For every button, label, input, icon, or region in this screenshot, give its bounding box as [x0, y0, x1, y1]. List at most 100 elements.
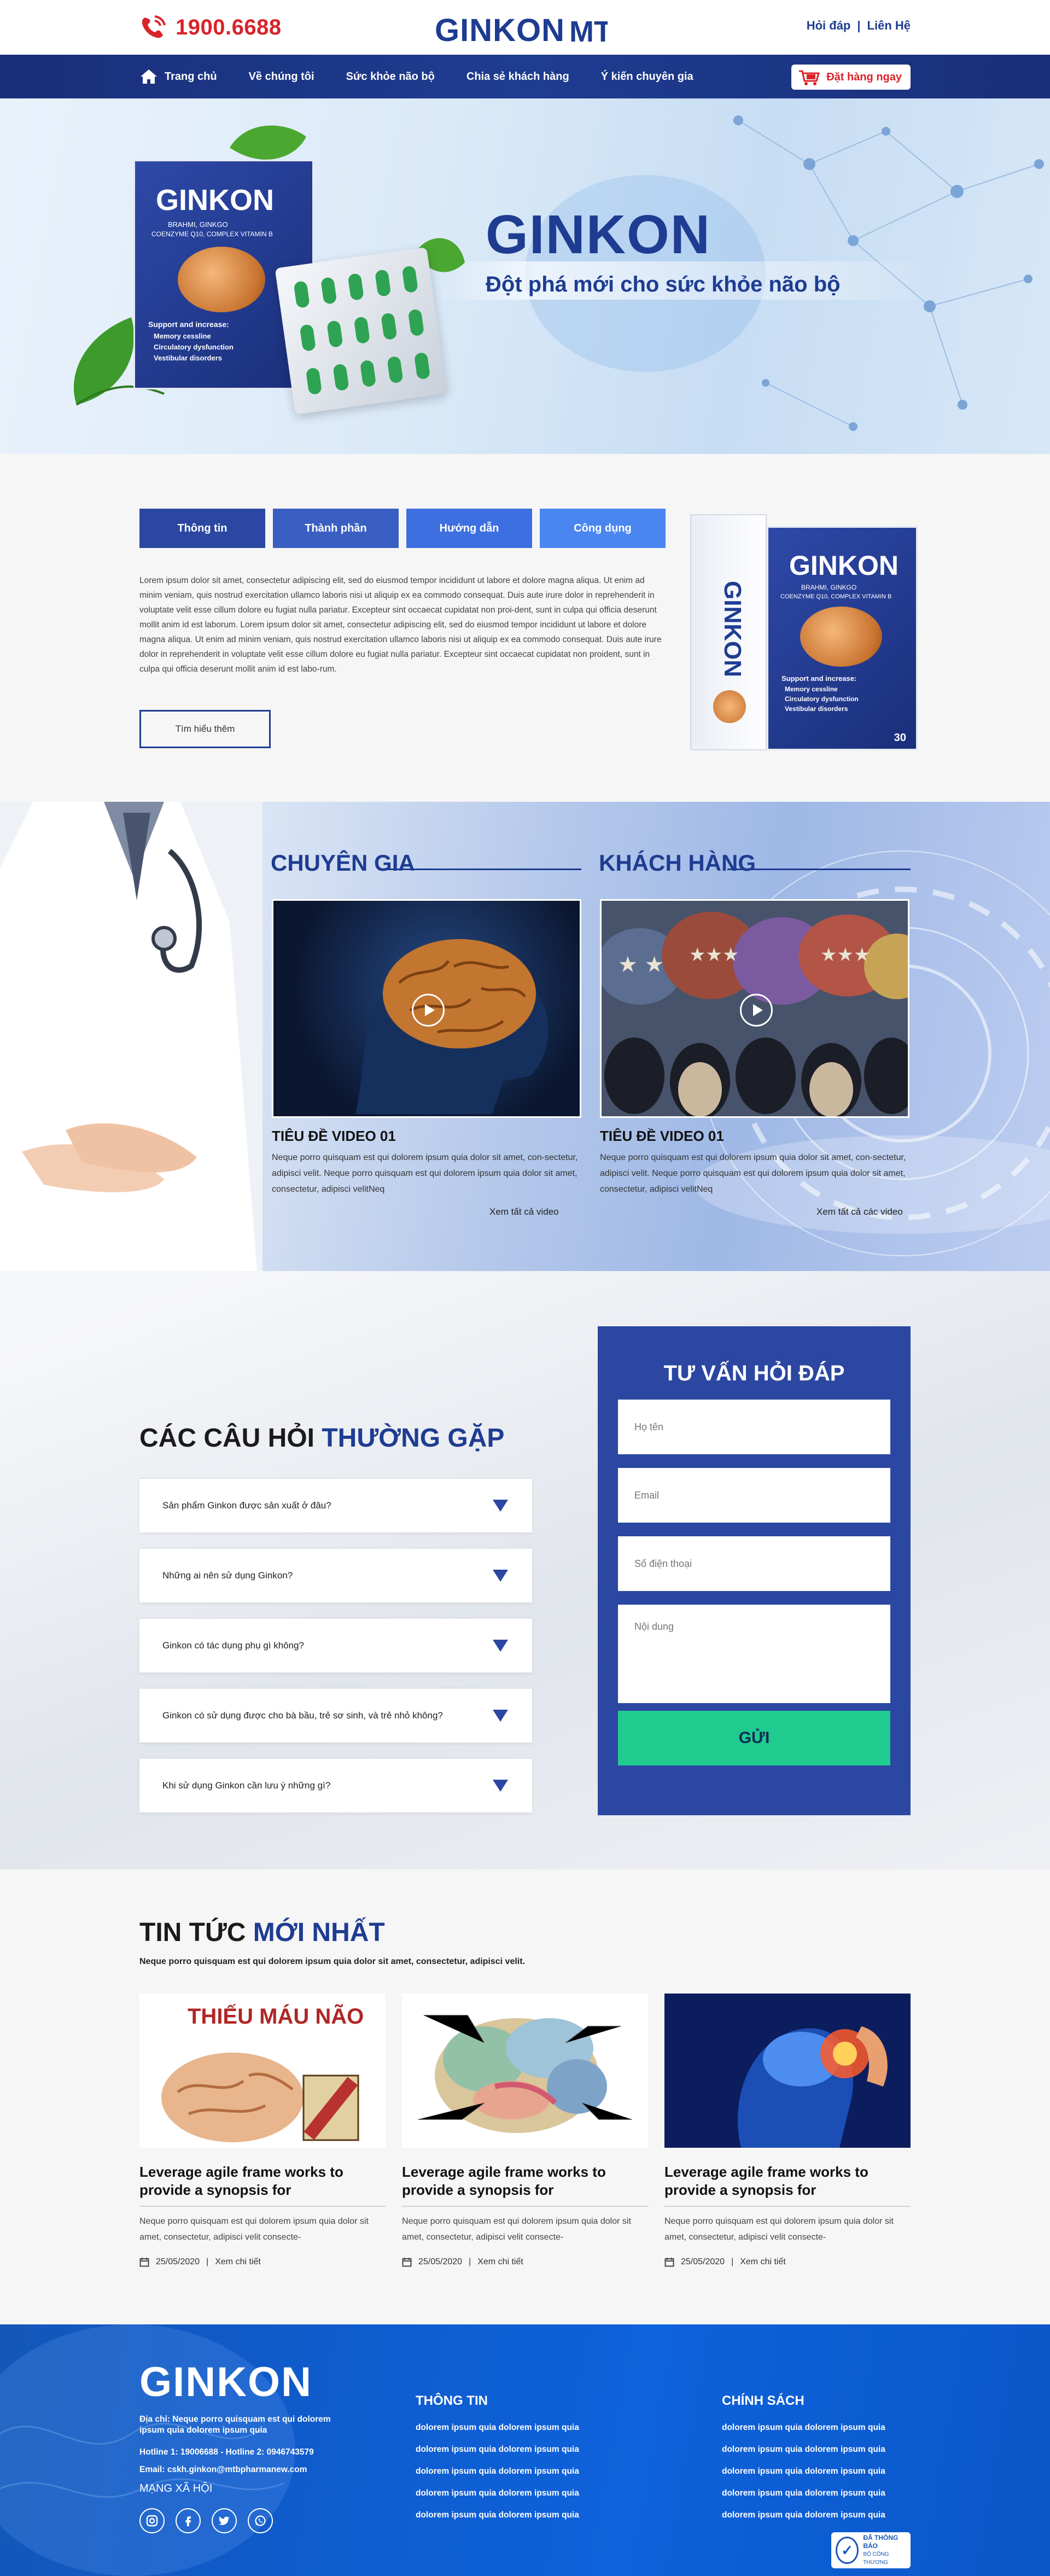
news-card[interactable]: THIẾU MÁU NÃO Leverage agile frame works…: [139, 1994, 386, 2278]
heading-underline: [383, 869, 581, 870]
view-all-videos-link[interactable]: Xem tất cả các video: [816, 1207, 903, 1217]
name-field[interactable]: [618, 1400, 890, 1454]
play-icon[interactable]: [412, 994, 445, 1027]
product-support-title: Support and increase:: [781, 674, 857, 683]
product-tabs: Thông tin Thành phần Hướng dẫn Công dụng: [139, 509, 666, 548]
news-title[interactable]: Leverage agile frame works to provide a …: [139, 2163, 386, 2199]
brain-image: [178, 247, 265, 312]
hotline-number: 1900.6688: [176, 15, 282, 39]
product-bullet: Circulatory dysfunction: [785, 695, 859, 703]
read-more-link[interactable]: Xem chi tiết: [215, 2257, 261, 2267]
faq-question: Những ai nên sử dụng Ginkon?: [162, 1570, 293, 1581]
badge-line: ĐÃ THÔNG BÁO: [863, 2534, 899, 2550]
divider: [402, 2206, 648, 2207]
meta-separator: |: [206, 2257, 209, 2266]
footer-info-link[interactable]: dolorem ipsum quia dolorem ipsum quia: [416, 2423, 579, 2433]
news-title[interactable]: Leverage agile frame works to provide a …: [402, 2163, 648, 2199]
video-title[interactable]: TIÊU ĐỀ VIDEO 01: [272, 1128, 396, 1145]
footer-hotline: Hotline 1: 19006688 - Hotline 2: 0946743…: [139, 2447, 314, 2457]
product-count: 30: [894, 732, 906, 744]
divider: [139, 2206, 386, 2207]
cart-icon: [799, 70, 820, 85]
news-heading: TIN TỨC MỚI NHẤT: [139, 1918, 385, 1948]
news-image[interactable]: [402, 1994, 648, 2148]
phone-field[interactable]: [618, 1536, 890, 1591]
tab-benefits[interactable]: Công dụng: [540, 509, 666, 548]
chevron-down-icon: [493, 1780, 508, 1792]
logo-text: GINKON: [435, 13, 565, 48]
email-field[interactable]: [618, 1468, 890, 1523]
news-meta: 25/05/2020 | Xem chi tiết: [664, 2257, 786, 2267]
news-card[interactable]: Leverage agile frame works to provide a …: [402, 1994, 648, 2278]
order-label: Đặt hàng ngay: [826, 71, 902, 83]
nav-item-about[interactable]: Về chúng tôi: [249, 71, 314, 83]
tab-instructions[interactable]: Hướng dẫn: [406, 509, 532, 548]
faq-heading: CÁC CÂU HỎI THƯỜNG GẶP: [139, 1423, 504, 1453]
message-field[interactable]: [618, 1605, 890, 1703]
faq-item[interactable]: Sản phẩm Ginkon được sản xuất ở đâu?: [139, 1478, 532, 1532]
instagram-icon[interactable]: [139, 2508, 165, 2533]
twitter-icon[interactable]: [212, 2508, 237, 2533]
video-title[interactable]: TIÊU ĐỀ VIDEO 01: [600, 1128, 724, 1145]
read-more-link[interactable]: Xem chi tiết: [477, 2257, 523, 2267]
faq-question: Khi sử dụng Ginkon cần lưu ý những gì?: [162, 1780, 331, 1791]
product-box-front: GINKON BRAHMI, GINKGO COENZYME Q10, COMP…: [767, 526, 918, 750]
faq-item[interactable]: Khi sử dụng Ginkon cần lưu ý những gì?: [139, 1758, 532, 1812]
news-image[interactable]: THIẾU MÁU NÃO: [139, 1994, 386, 2148]
footer-policy-link[interactable]: dolorem ipsum quia dolorem ipsum quia: [722, 2510, 885, 2520]
send-button[interactable]: GỬI: [618, 1711, 890, 1765]
news-subtitle: Neque porro quisquam est qui dolorem ips…: [139, 1957, 526, 1966]
brain-anatomy-illustration: [402, 1994, 648, 2148]
faq-link[interactable]: Hỏi đáp: [807, 19, 851, 33]
footer-info-link[interactable]: dolorem ipsum quia dolorem ipsum quia: [416, 2488, 579, 2498]
hotline[interactable]: 1900.6688: [139, 14, 282, 40]
nav-item-expert-opinion[interactable]: Ý kiến chuyên gia: [601, 71, 693, 83]
read-more-link[interactable]: Xem chi tiết: [740, 2257, 786, 2267]
video-section: CHUYÊN GIA KHÁCH HÀNG ★ ★ ★★★ ★★★ TIÊU Đ…: [0, 802, 1050, 1271]
tab-info[interactable]: Thông tin: [139, 509, 265, 548]
form-title: TƯ VẤN HỎI ĐÁP: [663, 1361, 845, 1385]
nav-item-brain-health[interactable]: Sức khỏe não bộ: [346, 71, 435, 83]
faq-item[interactable]: Ginkon có tác dụng phụ gì không?: [139, 1618, 532, 1672]
order-now-button[interactable]: Đặt hàng ngay: [791, 65, 911, 90]
footer-logo[interactable]: GINKON: [139, 2358, 312, 2406]
facebook-icon[interactable]: [176, 2508, 201, 2533]
contact-link[interactable]: Liên Hệ: [867, 19, 911, 33]
footer-policy-link[interactable]: dolorem ipsum quia dolorem ipsum quia: [722, 2445, 885, 2455]
faq-heading-a: CÁC CÂU HỎI: [139, 1424, 322, 1453]
top-bar: 1900.6688 GINKON MTB Hỏi đáp | Liên Hệ: [0, 0, 1050, 55]
expert-video-thumbnail[interactable]: [272, 899, 581, 1118]
news-image[interactable]: [664, 1994, 911, 2148]
footer-info-link[interactable]: dolorem ipsum quia dolorem ipsum quia: [416, 2510, 579, 2520]
faq-item[interactable]: Ginkon có sử dụng được cho bà bầu, trẻ s…: [139, 1688, 532, 1742]
footer-policy-link[interactable]: dolorem ipsum quia dolorem ipsum quia: [722, 2423, 885, 2433]
news-title[interactable]: Leverage agile frame works to provide a …: [664, 2163, 911, 2199]
hero-banner: GINKON BRAHMI, GINKGO COENZYME Q10, COMP…: [0, 98, 1050, 454]
ministry-badge[interactable]: ✓ ĐÃ THÔNG BÁO BỘ CÔNG THƯƠNG: [831, 2532, 911, 2568]
footer-policy-link[interactable]: dolorem ipsum quia dolorem ipsum quia: [722, 2467, 885, 2476]
faq-item[interactable]: Những ai nên sử dụng Ginkon?: [139, 1548, 532, 1602]
whatsapp-icon[interactable]: [248, 2508, 273, 2533]
product-bullet: Memory cessline: [154, 332, 211, 340]
play-icon[interactable]: [740, 994, 773, 1027]
news-heading-a: TIN TỨC: [139, 1918, 253, 1947]
brain-image: [713, 690, 746, 723]
capsules-illustration: [294, 266, 430, 394]
nav-item-home[interactable]: Trang chủ: [139, 68, 217, 85]
home-icon: [141, 69, 157, 84]
footer-info-link[interactable]: dolorem ipsum quia dolorem ipsum quia: [416, 2467, 579, 2476]
brain-image: [800, 607, 882, 667]
nav-list: Trang chủ Về chúng tôi Sức khỏe não bộ C…: [139, 55, 725, 98]
view-all-videos-link[interactable]: Xem tất cả video: [489, 1207, 559, 1217]
consult-form: TƯ VẤN HỎI ĐÁP GỬI: [598, 1326, 911, 1815]
calendar-icon: [139, 2258, 149, 2267]
learn-more-button[interactable]: Tìm hiểu thêm: [139, 710, 271, 748]
footer-policy-link[interactable]: dolorem ipsum quia dolorem ipsum quia: [722, 2488, 885, 2498]
nav-item-customer-stories[interactable]: Chia sẻ khách hàng: [466, 71, 569, 83]
footer-info-link[interactable]: dolorem ipsum quia dolorem ipsum quia: [416, 2445, 579, 2455]
tab-ingredients[interactable]: Thành phần: [273, 509, 399, 548]
news-card[interactable]: Leverage agile frame works to provide a …: [664, 1994, 911, 2278]
divider: [664, 2206, 911, 2207]
customer-video-thumbnail[interactable]: ★ ★ ★★★ ★★★: [600, 899, 909, 1118]
logo[interactable]: GINKON MTB: [435, 12, 608, 49]
